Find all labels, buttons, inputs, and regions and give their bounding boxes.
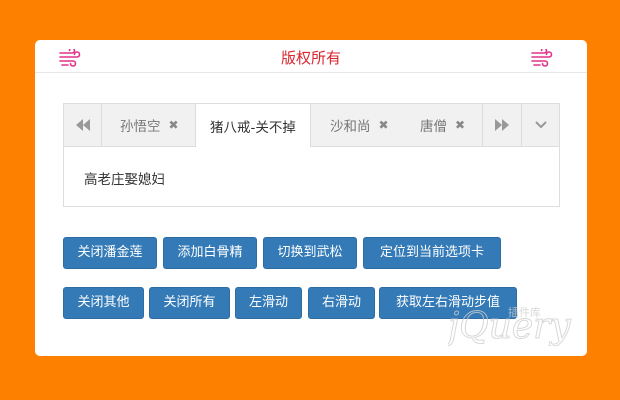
- jquery-watermark-logo: jQuery 插件库: [448, 305, 572, 346]
- dropdown-button[interactable]: [521, 104, 559, 146]
- tab-label: 猪八戒-关不掉: [210, 119, 296, 136]
- slide-left-button[interactable]: 左滑动: [235, 287, 302, 319]
- close-icon[interactable]: ✖: [169, 118, 179, 132]
- tab-shaheshang[interactable]: 沙和尚 ✖: [330, 104, 389, 146]
- close-all-button[interactable]: 关闭所有: [149, 287, 230, 319]
- chevron-down-icon: [534, 121, 547, 129]
- svg-text:插件库: 插件库: [508, 305, 541, 319]
- add-baigujing-button[interactable]: 添加白骨精: [163, 237, 257, 269]
- tab-bar: 孙悟空 ✖ 猪八戒-关不掉 沙和尚 ✖ 唐僧 ✖: [64, 104, 559, 147]
- double-right-arrow-icon: [494, 119, 509, 131]
- tab-tangseng[interactable]: 唐僧 ✖: [420, 104, 465, 146]
- scroll-left-button[interactable]: [64, 104, 102, 146]
- tab-label: 唐僧: [420, 119, 447, 135]
- tabs-container: 孙悟空 ✖ 猪八戒-关不掉 沙和尚 ✖ 唐僧 ✖ 高老庄娶媳妇: [63, 103, 560, 207]
- double-left-arrow-icon: [75, 119, 90, 131]
- wind-icon: [531, 49, 553, 67]
- close-icon[interactable]: ✖: [455, 118, 465, 132]
- header: 版权所有: [35, 40, 587, 73]
- scroll-right-button[interactable]: [482, 104, 520, 146]
- tab-label: 孙悟空: [120, 119, 161, 135]
- close-icon[interactable]: ✖: [379, 118, 389, 132]
- close-others-button[interactable]: 关闭其他: [63, 287, 144, 319]
- switch-wusong-button[interactable]: 切换到武松: [263, 237, 357, 269]
- page-title: 版权所有: [280, 49, 341, 67]
- slide-right-button[interactable]: 右滑动: [308, 287, 375, 319]
- tab-sunwukong[interactable]: 孙悟空 ✖: [120, 104, 179, 146]
- tab-label: 沙和尚: [330, 119, 371, 135]
- close-panjinlian-button[interactable]: 关闭潘金莲: [63, 237, 157, 269]
- locate-current-tab-button[interactable]: 定位到当前选项卡: [363, 237, 501, 269]
- tab-zhubajie[interactable]: 猪八戒-关不掉: [195, 104, 311, 147]
- tab-content: 高老庄娶媳妇: [84, 172, 165, 188]
